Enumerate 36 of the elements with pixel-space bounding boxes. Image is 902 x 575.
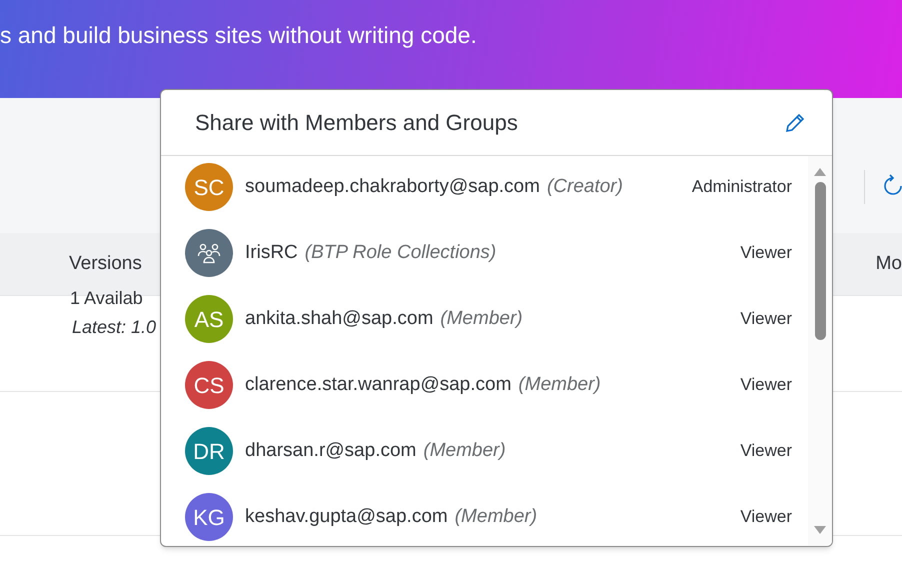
tab[interactable]: Mo xyxy=(876,250,902,278)
availability-text: 1 Availab xyxy=(70,288,143,308)
member-permission: Viewer xyxy=(740,506,792,528)
member-permission: Viewer xyxy=(740,242,792,264)
member-permission: Viewer xyxy=(740,374,792,396)
member-role: (Creator) xyxy=(546,174,623,199)
user-avatar: SC xyxy=(185,163,233,211)
user-avatar: CS xyxy=(185,361,233,409)
banner-subtitle: s and build business sites without writing code. xyxy=(0,20,477,50)
member-role: (Member) xyxy=(518,372,601,397)
people-group-icon xyxy=(197,242,221,264)
user-avatar: DR xyxy=(185,427,233,475)
latest-version-text: Latest: 1.0 xyxy=(72,316,156,339)
member-permission: Administrator xyxy=(692,176,792,198)
user-avatar: KG xyxy=(185,493,233,541)
member-role: (Member) xyxy=(423,438,506,463)
member-name: soumadeep.chakraborty@sap.com xyxy=(245,174,540,199)
refresh-icon xyxy=(883,174,902,198)
member-role: (BTP Role Collections) xyxy=(304,240,496,265)
member-role: (Member) xyxy=(454,504,538,529)
user-avatar: AS xyxy=(185,295,233,343)
scroll-down-icon[interactable] xyxy=(814,526,826,534)
edit-icon[interactable] xyxy=(784,112,806,134)
member-name: IrisRC xyxy=(245,240,298,265)
member-name: keshav.gupta@sap.com xyxy=(245,504,448,529)
scroll-up-icon[interactable] xyxy=(814,168,826,176)
member-name: clarence.star.wanrap@sap.com xyxy=(245,372,512,397)
scrollbar[interactable] xyxy=(808,156,832,546)
member-name: ankita.shah@sap.com xyxy=(245,306,434,331)
member-permission: Viewer xyxy=(740,308,792,330)
tab[interactable]: Versions xyxy=(69,250,142,278)
member-role: (Member) xyxy=(440,306,523,331)
member-name: dharsan.r@sap.com xyxy=(245,438,416,463)
member-permission: Viewer xyxy=(740,440,792,462)
scrollbar-thumb[interactable] xyxy=(814,182,826,340)
popover-title: Share with Members and Groups xyxy=(195,109,518,137)
